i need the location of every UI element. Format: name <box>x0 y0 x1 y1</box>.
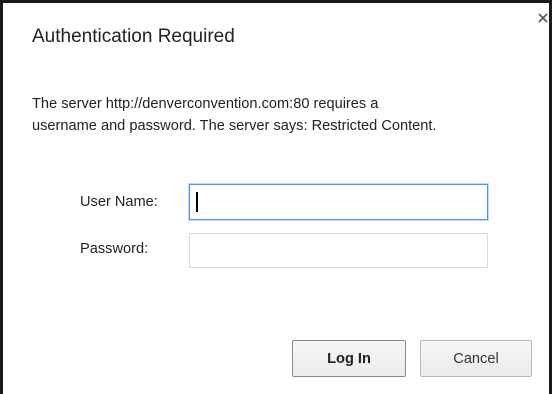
username-input[interactable] <box>189 184 488 220</box>
message-line-1: The server http://denverconvention.com:8… <box>32 96 379 112</box>
auth-dialog: Authentication Required The server http:… <box>0 0 552 394</box>
close-icon[interactable] <box>537 12 549 24</box>
password-label: Password: <box>80 241 149 257</box>
dialog-border-top <box>0 0 552 3</box>
dialog-message: The server http://denverconvention.com:8… <box>32 93 542 137</box>
text-caret <box>196 192 198 212</box>
log-in-button[interactable]: Log In <box>292 340 406 377</box>
password-input[interactable] <box>189 233 488 268</box>
dialog-border-left <box>0 0 3 394</box>
dialog-title: Authentication Required <box>32 26 235 47</box>
username-label: User Name: <box>80 194 158 210</box>
cancel-button[interactable]: Cancel <box>420 340 532 377</box>
message-line-2: username and password. The server says: … <box>32 118 437 134</box>
